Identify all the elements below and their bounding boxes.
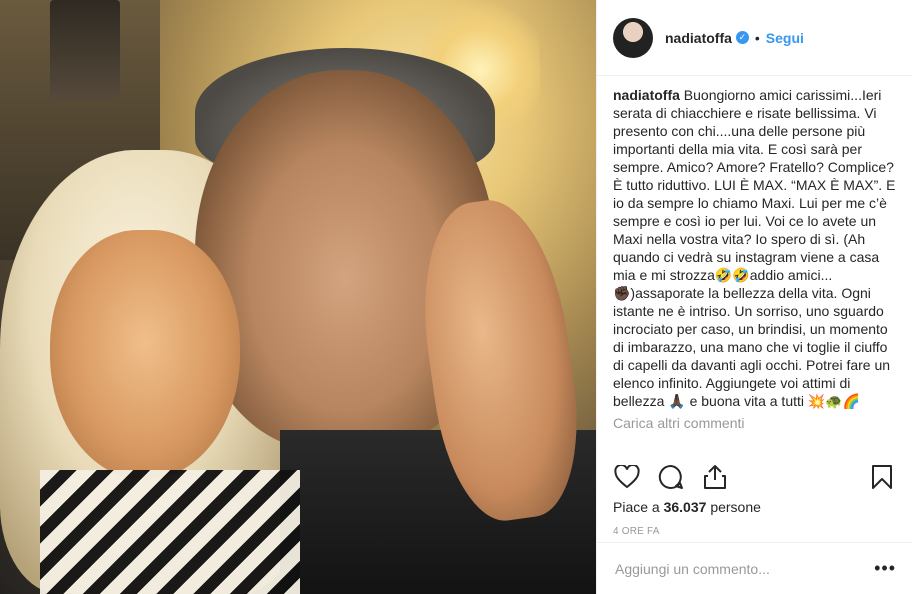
caption: nadiatoffa Buongiorno amici carissimi...… — [613, 86, 896, 410]
heart-icon — [614, 465, 640, 489]
share-icon — [704, 465, 726, 489]
avatar[interactable] — [613, 17, 653, 58]
separator-dot: • — [754, 29, 760, 46]
verified-badge-icon: ✓ — [735, 31, 749, 44]
comments-section: nadiatoffa Buongiorno amici carissimi...… — [613, 86, 896, 466]
follow-button[interactable]: Segui — [766, 30, 804, 46]
likes-count[interactable]: Piace a 36.037 persone — [613, 499, 761, 515]
caption-text: Buongiorno amici carissimi...Ieri serata… — [613, 87, 896, 409]
save-button[interactable] — [868, 464, 896, 490]
more-options-icon[interactable]: ••• — [874, 558, 896, 579]
header-username[interactable]: nadiatoffa — [665, 30, 732, 46]
post-timestamp[interactable]: 4 ORE FA — [613, 526, 660, 537]
bookmark-icon — [872, 465, 892, 489]
caption-username[interactable]: nadiatoffa — [613, 87, 680, 103]
instagram-post: nadiatoffa ✓ • Segui nadiatoffa Buongior… — [0, 0, 912, 594]
comment-icon — [658, 464, 683, 489]
woman-face — [50, 230, 240, 480]
post-photo[interactable] — [0, 0, 596, 594]
striped-scarf — [40, 470, 300, 594]
comment-input[interactable] — [613, 559, 875, 578]
post-sidebar: nadiatoffa ✓ • Segui nadiatoffa Buongior… — [596, 0, 912, 594]
post-header: nadiatoffa ✓ • Segui — [597, 0, 912, 76]
share-button[interactable] — [701, 464, 729, 490]
likes-suffix: persone — [710, 499, 761, 515]
load-more-comments[interactable]: Carica altri commenti — [613, 414, 896, 432]
likes-prefix: Piace a — [613, 499, 660, 515]
comment-button[interactable] — [657, 464, 685, 490]
action-bar — [613, 463, 896, 491]
background-bottle — [50, 0, 120, 100]
likes-number: 36.037 — [663, 499, 707, 515]
like-button[interactable] — [613, 464, 641, 490]
add-comment-bar: ••• — [597, 542, 912, 594]
